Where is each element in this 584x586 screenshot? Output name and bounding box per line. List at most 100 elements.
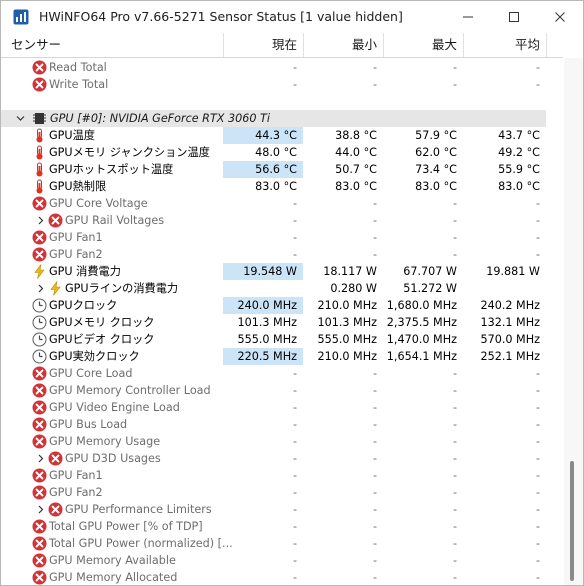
sensor-row[interactable]: GPU Fan1 - - - - [1,467,546,484]
min-value: 83.0 °C [335,180,377,193]
min-value: 210.0 MHz [317,350,377,363]
minimize-button[interactable] [445,1,491,33]
sensor-row[interactable]: GPU Memory Usage - - - - [1,433,546,450]
sensor-row[interactable]: GPU実効クロック 220.5 MHz 210.0 MHz 1,654.1 MHz 25… [1,348,546,365]
current-value: - [292,367,297,380]
sensor-label: Total GPU Power [% of TDP] [49,520,203,533]
min-value: - [372,197,377,210]
max-value: - [452,384,457,397]
sensor-row[interactable]: GPUクロック 240.0 MHz 210.0 MHz 1,680.0 MHz 240.… [1,297,546,314]
sensor-row[interactable]: Write Total - - - - [1,76,546,93]
current-value: - [292,384,297,397]
sensor-row[interactable]: GPU Bus Load - - - - [1,416,546,433]
avg-value: - [535,214,540,227]
error-icon [32,519,47,534]
lightning-icon [32,264,47,279]
max-value: - [452,214,457,227]
sensor-row[interactable]: GPUビデオ クロック 555.0 MHz 555.0 MHz 1,470.0 MHz… [1,331,546,348]
min-value: - [372,78,377,91]
sensor-row[interactable]: GPU Video Engine Load - - - - [1,399,546,416]
min-value: - [372,554,377,567]
sensor-label: GPU Fan1 [49,231,103,244]
sensor-label: Read Total [49,61,107,74]
sensor-row[interactable]: GPU Performance Limiters - - - - [1,501,546,518]
expand-chevron-icon[interactable] [33,501,47,518]
min-value: 0.280 W [330,282,377,295]
sensor-label: Total GPU Power (normalized) [... [49,537,233,550]
sensor-label: Write Total [49,78,109,91]
sensor-row[interactable]: GPUラインの消費電力 0.280 W 51.272 W [1,280,546,297]
header-max[interactable]: 最大 [383,33,463,57]
max-value: - [452,452,457,465]
error-icon [32,434,47,449]
min-value: 210.0 MHz [317,299,377,312]
expand-chevron-icon[interactable] [33,450,47,467]
sensor-label: GPUメモリ ジャンクション温度 [49,146,210,159]
sensor-row[interactable]: GPU Memory Allocated - - - - [1,569,546,585]
maximize-button[interactable] [491,1,537,33]
avg-value: 240.2 MHz [480,299,540,312]
sensor-label: GPUビデオ クロック [49,333,155,346]
avg-value: - [535,384,540,397]
hwinfo-window: HWiNFO64 Pro v7.66-5271 Sensor Status [1… [0,0,584,586]
sensor-row[interactable]: GPUメモリ ジャンクション温度 48.0 °C 44.0 °C 62.0 °C 49.… [1,144,546,161]
sensor-row[interactable]: GPU Memory Controller Load - - - - [1,382,546,399]
error-icon [32,77,47,92]
sensor-label: GPU Core Load [49,367,133,380]
min-value: - [372,537,377,550]
sensor-row[interactable]: GPU D3D Usages - - - - [1,450,546,467]
header-current[interactable]: 現在 [223,33,303,57]
sensor-row[interactable]: GPU Fan2 - - - - [1,484,546,501]
collapse-chevron-icon[interactable] [13,110,27,127]
sensor-row[interactable]: GPU Rail Voltages - - - - [1,212,546,229]
max-value: - [452,486,457,499]
avg-value: 252.1 MHz [480,350,540,363]
sensor-row[interactable]: GPU熱制限 83.0 °C 83.0 °C 83.0 °C 83.0 °C [1,178,546,195]
max-value: - [452,367,457,380]
sensor-label: GPU Memory Controller Load [49,384,211,397]
header-sensor[interactable]: センサー [11,33,221,57]
sensor-row[interactable]: GPU Memory Available - - - - [1,552,546,569]
title-bar[interactable]: HWiNFO64 Pro v7.66-5271 Sensor Status [1… [1,1,583,33]
avg-value: - [535,418,540,431]
min-value: - [372,486,377,499]
group-row-gpu[interactable]: GPU [#0]: NVIDIA GeForce RTX 3060 Ti [1,110,546,127]
avg-value [463,280,546,297]
error-icon [32,570,47,585]
avg-value: 570.0 MHz [480,333,540,346]
min-value: 555.0 MHz [317,333,377,346]
header-avg[interactable]: 平均 [463,33,546,57]
header-min[interactable]: 最小 [303,33,383,57]
sensor-row[interactable]: GPU Fan2 - - - - [1,246,546,263]
vertical-scrollbar[interactable] [564,58,583,585]
expand-chevron-icon[interactable] [33,212,47,229]
min-value: 38.8 °C [335,129,377,142]
min-value: - [372,231,377,244]
sensor-row[interactable]: Total GPU Power (normalized) [... - - - - [1,535,546,552]
avg-value: 55.9 °C [498,163,540,176]
scrollbar-thumb[interactable] [570,461,574,581]
close-icon [555,12,565,22]
max-value: - [452,554,457,567]
close-button[interactable] [537,1,583,33]
sensor-row[interactable]: GPU 消費電力 19.548 W 18.117 W 67.707 W 19.881 W [1,263,546,280]
sensor-label: GPU 消費電力 [49,265,121,278]
max-value: - [452,231,457,244]
current-value: 101.3 MHz [237,316,297,329]
expand-chevron-icon[interactable] [33,280,47,297]
sensor-row[interactable]: Total GPU Power [% of TDP] - - - - [1,518,546,535]
sensor-row[interactable]: GPU Fan1 - - - - [1,229,546,246]
sensor-row[interactable]: GPUホットスポット温度 56.6 °C 50.7 °C 73.4 °C 55.9 °C [1,161,546,178]
sensor-row[interactable]: Read Total - - - - [1,59,546,76]
sensor-row[interactable]: GPUメモリ クロック 101.3 MHz 101.3 MHz 2,375.5 MHz… [1,314,546,331]
current-value: - [292,571,297,584]
current-value: 48.0 °C [255,146,297,159]
avg-value: - [535,503,540,516]
sensor-row[interactable]: GPU温度 44.3 °C 38.8 °C 57.9 °C 43.7 °C [1,127,546,144]
column-divider[interactable] [546,33,547,57]
error-icon [32,553,47,568]
min-value: - [372,248,377,261]
sensor-label: GPUクロック [49,299,118,312]
sensor-row[interactable]: GPU Core Load - - - - [1,365,546,382]
sensor-row[interactable]: GPU Core Voltage - - - - [1,195,546,212]
